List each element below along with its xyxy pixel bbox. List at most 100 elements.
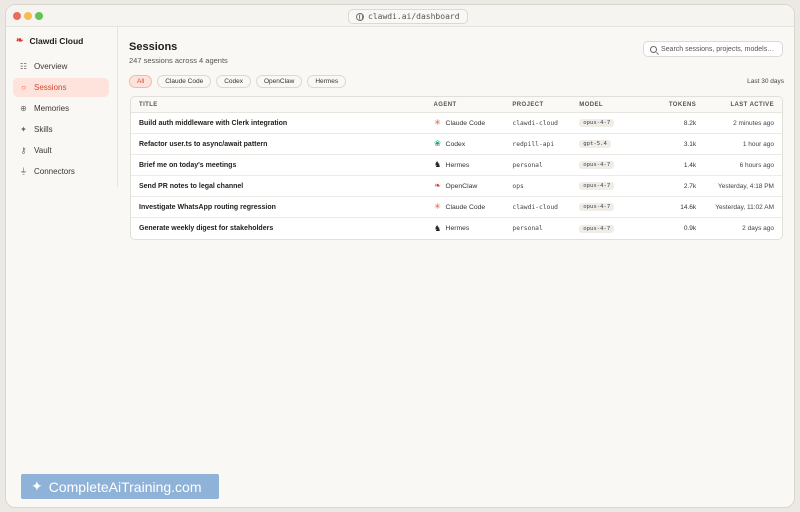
filter-chip-claude-code[interactable]: Claude Code xyxy=(157,75,212,88)
close-window-button[interactable] xyxy=(13,12,21,20)
model-cell: opus-4-7 xyxy=(579,224,639,233)
project-cell: ops xyxy=(512,182,524,190)
table-row[interactable]: Investigate WhatsApp routing regression … xyxy=(131,197,782,218)
minimize-window-button[interactable] xyxy=(24,12,32,20)
table-row[interactable]: Brief me on today's meetings ♞ Hermes per… xyxy=(131,155,782,176)
agent-cell: ❧ OpenClaw xyxy=(434,182,513,190)
codex-icon: ❀ xyxy=(434,139,441,148)
agent-name: Codex xyxy=(445,140,466,148)
column-header-title[interactable]: TITLE xyxy=(131,102,434,108)
agent-cell: ✳ Claude Code xyxy=(434,119,513,127)
sidebar-item-overview[interactable]: ☷ Overview xyxy=(13,57,109,76)
project-cell: redpill-api xyxy=(512,140,555,148)
search-icon xyxy=(650,45,657,53)
page-subtitle: 247 sessions across 4 agents xyxy=(129,56,228,65)
filter-chip-codex[interactable]: Codex xyxy=(216,75,251,88)
agent-cell: ✳ Claude Code xyxy=(434,203,513,211)
filter-chip-all[interactable]: All xyxy=(129,75,153,88)
key-icon: ⚷ xyxy=(20,146,27,155)
agent-name: Hermes xyxy=(445,161,470,169)
filter-chip-hermes[interactable]: Hermes xyxy=(307,75,347,88)
last-active-cell: 6 hours ago xyxy=(739,161,774,169)
column-header-last-active[interactable]: LAST ACTIVE xyxy=(696,102,782,108)
table-row[interactable]: Generate weekly digest for stakeholders … xyxy=(131,218,782,239)
session-title: Build auth middleware with Clerk integra… xyxy=(139,119,288,127)
sidebar-item-skills[interactable]: ✦ Skills xyxy=(13,120,109,139)
model-cell: opus-4-7 xyxy=(579,119,639,127)
last-active-cell: Yesterday, 4:18 PM xyxy=(717,182,774,190)
model-badge: opus-4-7 xyxy=(579,203,615,211)
model-badge: opus-4-7 xyxy=(579,119,615,127)
sidebar-item-label: Overview xyxy=(34,62,68,71)
hermes-icon: ♞ xyxy=(433,160,442,169)
tokens-cell: 0.9k xyxy=(683,225,697,232)
url-text: clawdi.ai/dashboard xyxy=(368,12,460,21)
chat-bubble-icon: ○ xyxy=(21,83,26,92)
page-title: Sessions xyxy=(129,41,178,53)
agent-cell: ♞ Hermes xyxy=(433,223,513,233)
last-active-cell: 1 hour ago xyxy=(742,140,774,148)
project-cell: clawdi-cloud xyxy=(512,203,558,211)
model-badge: gpt-5.4 xyxy=(579,140,611,148)
agent-name: OpenClaw xyxy=(445,182,478,190)
agent-name: Claude Code xyxy=(445,203,486,211)
maximize-window-button[interactable] xyxy=(35,12,43,20)
agent-name: Claude Code xyxy=(445,119,486,127)
sidebar-item-sessions[interactable]: ○ Sessions xyxy=(13,78,109,97)
agent-name: Hermes xyxy=(445,225,470,232)
sidebar-item-vault[interactable]: ⚷ Vault xyxy=(13,141,109,160)
sidebar-item-label: Sessions xyxy=(34,83,67,92)
sidebar-item-memories[interactable]: ⊕ Memories xyxy=(13,99,109,118)
sparkle-logo-icon: ✦ xyxy=(31,478,43,494)
last-active-cell: 2 minutes ago xyxy=(733,119,774,127)
brand[interactable]: ❧ Clawdi Cloud xyxy=(16,35,83,46)
agent-cell: ❀ Codex xyxy=(434,140,513,148)
brain-icon: ⊕ xyxy=(20,104,27,113)
date-range-selector[interactable]: Last 30 days xyxy=(747,78,784,85)
table-header: TITLE AGENT PROJECT MODEL TOKENS LAST AC… xyxy=(131,97,782,113)
sidebar-item-label: Memories xyxy=(34,104,70,113)
claude-code-icon: ✳ xyxy=(434,202,441,211)
model-badge: opus-4-7 xyxy=(579,182,615,190)
column-header-tokens[interactable]: TOKENS xyxy=(639,102,696,108)
agent-cell: ♞ Hermes xyxy=(434,161,513,169)
openclaw-icon: ❧ xyxy=(434,181,441,190)
session-title: Investigate WhatsApp routing regression xyxy=(139,203,276,211)
app-window: clawdi.ai/dashboard ❧ Clawdi Cloud ☷ Ove… xyxy=(5,4,795,508)
brand-name: Clawdi Cloud xyxy=(29,35,84,46)
agent-filter-chips: All Claude Code Codex OpenClaw Hermes xyxy=(129,75,347,88)
table-row[interactable]: Refactor user.ts to async/await pattern … xyxy=(131,134,782,155)
sessions-table: TITLE AGENT PROJECT MODEL TOKENS LAST AC… xyxy=(130,96,783,240)
tokens-cell: 8.2k xyxy=(683,119,697,127)
search-placeholder: Search sessions, projects, models… xyxy=(661,45,775,53)
plug-icon: ⏚ xyxy=(19,167,28,176)
hermes-icon: ♞ xyxy=(433,223,442,233)
column-header-project[interactable]: PROJECT xyxy=(512,102,579,108)
session-title: Send PR notes to legal channel xyxy=(139,182,244,190)
last-active-cell: 2 days ago xyxy=(742,225,774,232)
project-cell: personal xyxy=(512,225,543,232)
table-row[interactable]: Build auth middleware with Clerk integra… xyxy=(131,113,782,134)
search-input[interactable]: Search sessions, projects, models… xyxy=(643,41,783,57)
model-badge: opus-4-7 xyxy=(579,224,615,233)
session-title: Generate weekly digest for stakeholders xyxy=(139,225,274,232)
last-active-cell: Yesterday, 11:02 AM xyxy=(715,203,774,211)
model-cell: gpt-5.4 xyxy=(579,140,639,148)
sidebar: ❧ Clawdi Cloud ☷ Overview ○ Sessions ⊕ M… xyxy=(6,27,118,187)
tokens-cell: 14.6k xyxy=(680,203,697,211)
column-header-model[interactable]: MODEL xyxy=(579,102,639,108)
address-bar[interactable]: clawdi.ai/dashboard xyxy=(348,9,468,24)
sidebar-item-label: Connectors xyxy=(34,167,75,176)
tokens-cell: 1.4k xyxy=(683,161,697,169)
watermark-text: CompleteAiTraining.com xyxy=(48,478,202,495)
sidebar-item-connectors[interactable]: ⏚ Connectors xyxy=(13,162,109,181)
column-header-agent[interactable]: AGENT xyxy=(434,102,513,108)
project-cell: personal xyxy=(512,161,543,169)
model-badge: opus-4-7 xyxy=(579,161,615,169)
table-row[interactable]: Send PR notes to legal channel ❧ OpenClaw… xyxy=(131,176,782,197)
filter-chip-openclaw[interactable]: OpenClaw xyxy=(255,75,303,88)
sidebar-item-label: Skills xyxy=(34,125,53,134)
sidebar-item-label: Vault xyxy=(34,146,52,155)
model-cell: opus-4-7 xyxy=(579,182,639,190)
tokens-cell: 2.7k xyxy=(683,182,697,190)
